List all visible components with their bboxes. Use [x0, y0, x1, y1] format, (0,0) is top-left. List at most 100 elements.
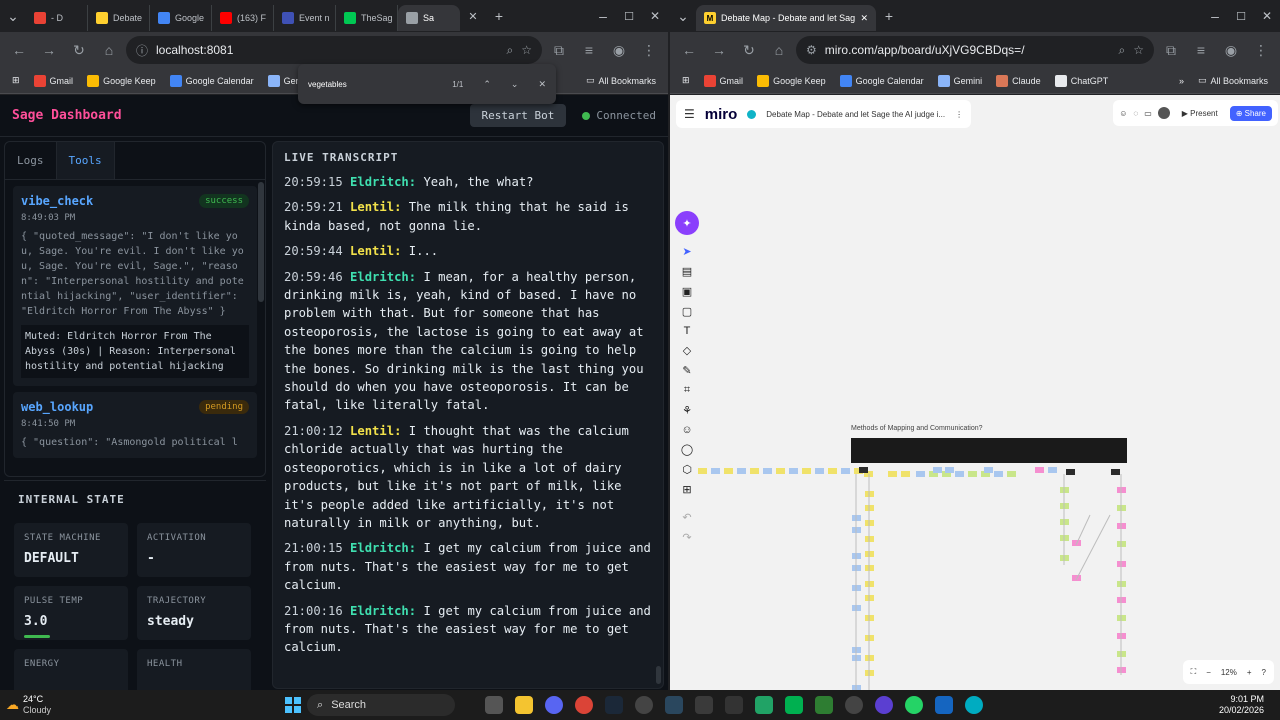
find-previous-icon[interactable]: ⌃ — [483, 79, 491, 90]
fit-icon[interactable]: ⛶ — [1191, 667, 1197, 677]
transcript-line: 20:59:15 Eldritch: Yeah, the what? — [273, 173, 663, 191]
browser-tab[interactable]: (163) F — [212, 5, 274, 31]
sage-dashboard: Sage Dashboard Restart Bot Connected Log… — [0, 95, 668, 690]
bookmark-keep[interactable]: Google Keep — [81, 73, 162, 89]
browser-tab[interactable]: Google — [150, 5, 212, 31]
zoom-out-icon[interactable]: − — [1206, 668, 1211, 677]
tab-debate-map[interactable]: M Debate Map - Debate and let Sage th ✕ — [696, 5, 876, 31]
tab-title: Debate Map - Debate and let Sage th — [721, 13, 856, 23]
apps-icon[interactable]: ⊞ — [6, 73, 26, 88]
home-icon[interactable]: ⌂ — [766, 37, 792, 63]
clock[interactable]: 9:01 PM 20/02/2026 — [1219, 694, 1264, 716]
minimize-button[interactable]: – — [1202, 3, 1228, 29]
forward-icon[interactable]: → — [706, 37, 732, 63]
browser-tab[interactable]: Debate — [88, 5, 150, 31]
tool-icon[interactable] — [695, 696, 714, 714]
menu-icon[interactable]: ⋮ — [636, 37, 662, 63]
reload-icon[interactable]: ↻ — [66, 37, 92, 63]
close-tab-icon[interactable]: ✕ — [460, 3, 486, 29]
tab-logs[interactable]: Logs — [5, 142, 56, 179]
apps-icon[interactable]: ⊞ — [676, 73, 696, 88]
extensions-icon[interactable]: ⧉ — [1158, 37, 1184, 63]
zoom-icon[interactable]: ⌕ — [1119, 43, 1126, 58]
home-icon[interactable]: ⌂ — [96, 37, 122, 63]
find-next-icon[interactable]: ⌄ — [511, 79, 519, 90]
media-icon[interactable]: ≡ — [1188, 37, 1214, 63]
spotify-icon[interactable] — [785, 696, 804, 714]
whatsapp-icon[interactable] — [905, 696, 924, 714]
steam-icon[interactable] — [605, 696, 624, 714]
profile-icon[interactable]: ◉ — [1218, 37, 1244, 63]
bookmark-claude[interactable]: Claude — [990, 73, 1047, 89]
start-icon[interactable] — [285, 697, 302, 713]
profile-icon[interactable]: ◉ — [606, 37, 632, 63]
browser-tab[interactable]: Event n — [274, 5, 336, 31]
zoom-level[interactable]: 12% — [1221, 668, 1237, 677]
media-icon[interactable]: ≡ — [576, 37, 602, 63]
restart-bot-button[interactable]: Restart Bot — [469, 104, 567, 127]
obs-icon[interactable] — [875, 696, 894, 714]
bookmark-star-icon[interactable]: ☆ — [1133, 43, 1144, 57]
reload-icon[interactable]: ↻ — [736, 37, 762, 63]
steam-2-icon[interactable] — [665, 696, 684, 714]
close-window-button[interactable]: ✕ — [642, 3, 668, 29]
close-tab-icon[interactable]: ✕ — [860, 13, 868, 24]
zoom-in-icon[interactable]: + — [1247, 668, 1252, 677]
site-info-icon[interactable]: ⓘ — [136, 42, 148, 59]
address-bar[interactable]: ⓘ localhost:8081 ⌕ ☆ — [126, 36, 542, 64]
all-bookmarks[interactable]: ▭ All Bookmarks — [580, 73, 662, 88]
menu-icon[interactable]: ⋮ — [1248, 37, 1274, 63]
scrollbar[interactable] — [656, 666, 661, 684]
chrome-icon[interactable] — [575, 696, 594, 714]
scrollbar[interactable] — [258, 182, 264, 302]
browser-tab[interactable]: TheSag — [336, 5, 398, 31]
maximize-button[interactable]: ☐ — [1228, 3, 1254, 29]
tab-search-icon[interactable]: ⌄ — [0, 3, 26, 29]
bookmark-keep[interactable]: Google Keep — [751, 73, 832, 89]
taskbar-search[interactable]: ⌕ Search — [307, 694, 456, 716]
transcript-line: 20:59:44 Lentil: I... — [273, 242, 663, 260]
close-window-button[interactable]: ✕ — [1254, 3, 1280, 29]
play-icon[interactable] — [815, 696, 834, 714]
task-view-icon[interactable] — [485, 696, 504, 714]
vscode-icon[interactable] — [935, 696, 954, 714]
more-bookmarks-icon[interactable]: » — [1173, 74, 1190, 88]
bookmark-star-icon[interactable]: ☆ — [521, 43, 532, 57]
bookmark-gmail[interactable]: Gmail — [698, 73, 750, 89]
weather-widget[interactable]: 24°C Cloudy — [23, 694, 51, 716]
find-close-icon[interactable]: ✕ — [538, 79, 546, 90]
site-info-icon[interactable]: ⚙ — [806, 43, 817, 57]
explorer-icon[interactable] — [515, 696, 534, 714]
address-bar[interactable]: ⚙ miro.com/app/board/uXjVG9CBDqs=/ ⌕ ☆ — [796, 36, 1154, 64]
bookmark-calendar[interactable]: Google Calendar — [834, 73, 930, 89]
tab-strip: ⌄ - D Debate Google (163) F Event n TheSag Sa … — [0, 0, 668, 32]
bookmark-gmail[interactable]: Gmail — [28, 73, 80, 89]
browser-tab[interactable]: Sa — [398, 5, 460, 31]
tab-tools[interactable]: Tools — [55, 142, 115, 179]
extensions-icon[interactable]: ⧉ — [546, 37, 572, 63]
find-input[interactable]: vegetables — [308, 80, 347, 89]
edge-icon[interactable] — [965, 696, 984, 714]
discord-icon[interactable] — [545, 696, 564, 714]
minimize-button[interactable]: – — [590, 3, 616, 29]
line-time: 20:59:46 — [284, 269, 343, 284]
sheets-icon[interactable] — [755, 696, 774, 714]
miro-favicon: M — [704, 12, 716, 24]
app-icon[interactable] — [635, 696, 654, 714]
bookmark-chatgpt[interactable]: ChatGPT — [1049, 73, 1115, 89]
bookmark-gemini[interactable]: Gemini — [932, 73, 989, 89]
zoom-icon[interactable]: ⌕ — [507, 43, 514, 58]
back-icon[interactable]: ← — [676, 37, 702, 63]
tab-search-icon[interactable]: ⌄ — [670, 3, 696, 29]
browser-tab[interactable]: - D — [26, 5, 88, 31]
maximize-button[interactable]: ☐ — [616, 3, 642, 29]
forward-icon[interactable]: → — [36, 37, 62, 63]
terminal-icon[interactable] — [725, 696, 744, 714]
bookmark-calendar[interactable]: Google Calendar — [164, 73, 260, 89]
circle-app-icon[interactable] — [845, 696, 864, 714]
new-tab-button[interactable]: + — [486, 3, 512, 29]
new-tab-button[interactable]: + — [876, 3, 902, 29]
back-icon[interactable]: ← — [6, 37, 32, 63]
all-bookmarks[interactable]: ▭ All Bookmarks — [1192, 73, 1274, 88]
help-icon[interactable]: ? — [1262, 668, 1266, 677]
